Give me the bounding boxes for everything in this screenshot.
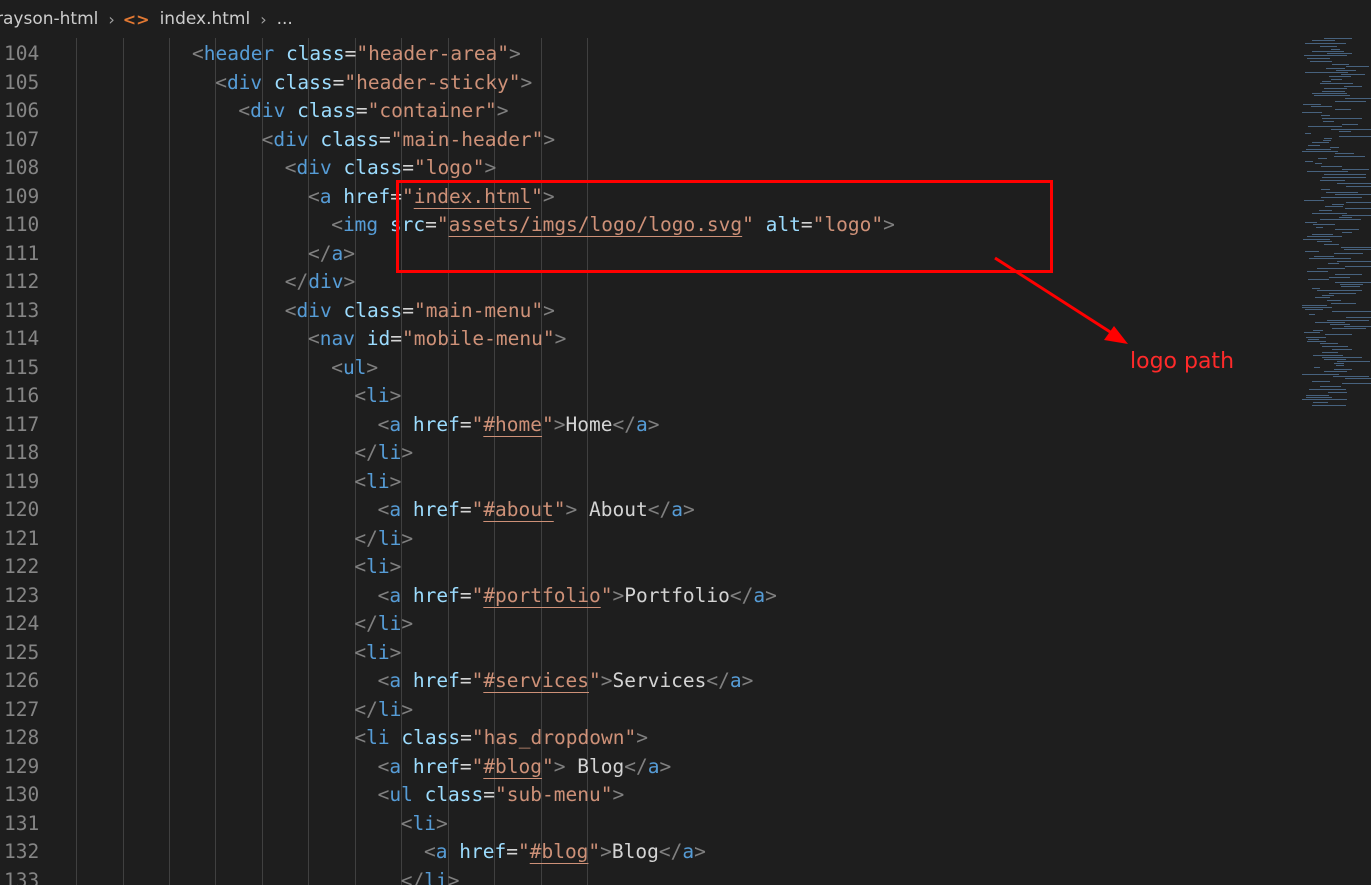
breadcrumb: rayson-html › <> index.html › ... (0, 0, 1371, 38)
breadcrumb-item-symbol[interactable]: ... (275, 9, 295, 29)
breadcrumb-item-folder[interactable]: rayson-html (0, 9, 100, 29)
annotation-label: logo path (1130, 349, 1235, 374)
breadcrumb-item-file[interactable]: index.html (158, 9, 253, 29)
chevron-right-icon: › (108, 9, 115, 29)
annotation-arrow-icon (994, 256, 1128, 344)
chevron-right-icon: › (260, 9, 267, 29)
code-icon: <> (122, 9, 150, 29)
